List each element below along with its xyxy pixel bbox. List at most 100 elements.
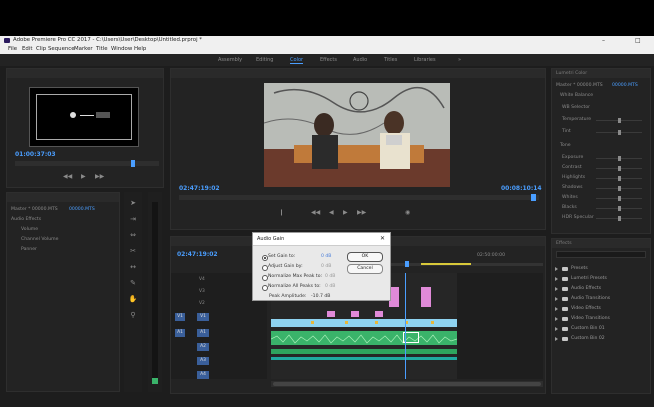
video-clip-pink[interactable] xyxy=(327,311,335,317)
zoom-tool-icon[interactable]: ⚲ xyxy=(128,310,138,320)
hdr-specular-slider[interactable] xyxy=(596,216,642,221)
temperature-slider[interactable] xyxy=(596,118,642,123)
cancel-button[interactable]: Cancel xyxy=(347,264,383,274)
video-clip-pink[interactable] xyxy=(351,311,359,317)
contrast-slider[interactable] xyxy=(596,166,642,171)
track-v3-label[interactable]: V3 xyxy=(199,289,205,295)
razor-tool-icon[interactable]: ✂ xyxy=(128,246,138,256)
source-timecode[interactable]: 01:00:37:03 xyxy=(15,151,56,158)
program-scrub-bar[interactable] xyxy=(179,194,539,201)
timeline-scrollbar[interactable] xyxy=(271,381,543,387)
workspace-audio[interactable]: Audio xyxy=(353,54,367,66)
timeline-playhead[interactable] xyxy=(405,273,406,379)
ripple-edit-tool-icon[interactable]: ⇔ xyxy=(128,230,138,240)
source-patch-v1[interactable]: V1 xyxy=(175,313,185,321)
tone-section[interactable]: Tone xyxy=(560,143,571,148)
effects-folder-custom-bin-02[interactable]: Custom Bin 02 xyxy=(552,333,632,345)
source-monitor-header[interactable] xyxy=(7,69,163,78)
lumetri-color-panel: Lumetri Color Master * 00000.MTS 00000.M… xyxy=(551,68,651,234)
workspace-libraries[interactable]: Libraries xyxy=(414,54,436,66)
timeline-timecode[interactable]: 02:47:19:02 xyxy=(177,251,218,258)
video-clip-v1[interactable] xyxy=(271,319,457,327)
lumetri-tab[interactable]: Lumetri Color xyxy=(552,69,650,78)
audio-clip-name[interactable]: Master * 00000.MTS xyxy=(11,207,58,212)
whites-slider[interactable] xyxy=(596,196,642,201)
source-patch-a1[interactable]: A1 xyxy=(175,329,185,337)
volume-row[interactable]: Volume xyxy=(21,227,38,232)
menu-file[interactable]: File xyxy=(8,45,17,54)
source-step-back-button[interactable]: ◀◀ xyxy=(63,173,72,181)
program-step-back-frame-button[interactable]: ◀ xyxy=(329,209,334,217)
program-mark-in-button[interactable]: ❙ xyxy=(279,209,284,217)
set-gain-value[interactable]: 0 dB xyxy=(321,254,331,259)
adjust-gain-label: Adjust Gain by: xyxy=(268,264,303,269)
blacks-slider[interactable] xyxy=(596,206,642,211)
adjust-gain-value[interactable]: 0 dB xyxy=(321,264,331,269)
workspaces-more-button[interactable]: » xyxy=(458,54,461,66)
panner-row[interactable]: Panner xyxy=(21,247,37,252)
source-step-forward-button[interactable]: ▶▶ xyxy=(95,173,104,181)
audio-meter-panel xyxy=(148,192,162,392)
tools-panel: ➤ ⇥ ⇔ ✂ ↔ ✎ ✋ ⚲ xyxy=(124,192,142,392)
lumetri-sequence-name[interactable]: 00000.MTS xyxy=(612,83,638,88)
tint-slider[interactable] xyxy=(596,130,642,135)
workspace-color[interactable]: Color xyxy=(290,54,304,66)
track-v1-label[interactable]: V1 xyxy=(197,313,209,321)
track-select-tool-icon[interactable]: ⇥ xyxy=(128,214,138,224)
program-export-frame-button[interactable]: ◉ xyxy=(405,209,410,217)
audio-clip-a1[interactable] xyxy=(271,331,457,345)
audio-clip-a2[interactable] xyxy=(271,349,457,354)
video-clip-pink[interactable] xyxy=(375,311,383,317)
channel-volume-row[interactable]: Channel Volume xyxy=(21,237,58,242)
track-a3-label[interactable]: A3 xyxy=(197,357,209,365)
maximize-button[interactable]: □ xyxy=(635,36,641,45)
selection-tool-icon[interactable]: ➤ xyxy=(128,198,138,208)
lumetri-clip-name[interactable]: Master * 00000.MTS xyxy=(556,83,603,88)
track-a1-label[interactable]: A1 xyxy=(197,329,209,337)
normalize-max-value[interactable]: 0 dB xyxy=(325,274,335,279)
track-v2-label[interactable]: V2 xyxy=(199,301,205,307)
audio-clip-header[interactable] xyxy=(7,193,119,202)
slip-tool-icon[interactable]: ↔ xyxy=(128,262,138,272)
pen-tool-icon[interactable]: ✎ xyxy=(128,278,138,288)
normalize-all-value[interactable]: 0 dB xyxy=(325,284,335,289)
program-play-button[interactable]: ▶ xyxy=(343,209,348,217)
program-step-back-button[interactable]: ◀◀ xyxy=(311,209,320,217)
hand-tool-icon[interactable]: ✋ xyxy=(128,294,138,304)
workspace-editing[interactable]: Editing xyxy=(256,54,273,66)
menu-marker[interactable]: Marker xyxy=(74,45,93,54)
source-play-button[interactable]: ▶ xyxy=(81,173,86,181)
effects-search-input[interactable] xyxy=(556,251,646,258)
menu-help[interactable]: Help xyxy=(134,45,146,54)
ruler-playhead-marker[interactable] xyxy=(405,261,409,267)
effects-tab[interactable]: Effects xyxy=(552,239,650,248)
program-monitor-header[interactable] xyxy=(171,69,545,78)
source-scrub-bar[interactable] xyxy=(15,160,159,167)
menu-sequence[interactable]: Sequence xyxy=(48,45,75,54)
highlights-slider[interactable] xyxy=(596,176,642,181)
menu-title[interactable]: Title xyxy=(96,45,108,54)
program-timecode[interactable]: 02:47:19:02 xyxy=(179,185,220,192)
audio-clip-a3[interactable] xyxy=(271,357,457,360)
menu-edit[interactable]: Edit xyxy=(22,45,32,54)
audio-sequence-name[interactable]: 00000.MTS xyxy=(69,207,95,212)
track-v4-label[interactable]: V4 xyxy=(199,277,205,283)
ok-button[interactable]: OK xyxy=(347,252,383,262)
workspace-titles[interactable]: Titles xyxy=(384,54,397,66)
shadows-slider[interactable] xyxy=(596,186,642,191)
source-playhead[interactable] xyxy=(131,160,135,167)
menu-clip[interactable]: Clip xyxy=(36,45,46,54)
program-step-forward-button[interactable]: ▶▶ xyxy=(357,209,366,217)
white-balance-section[interactable]: White Balance xyxy=(560,93,593,98)
workspace-assembly[interactable]: Assembly xyxy=(218,54,242,66)
minimize-button[interactable]: – xyxy=(602,36,605,45)
video-clip-pink[interactable] xyxy=(421,287,431,307)
track-a4-label[interactable]: A4 xyxy=(197,371,209,379)
menu-window[interactable]: Window xyxy=(111,45,132,54)
program-playhead[interactable] xyxy=(531,194,536,201)
timeline-scrollbar-thumb[interactable] xyxy=(273,382,541,386)
track-a2-label[interactable]: A2 xyxy=(197,343,209,351)
workspace-effects[interactable]: Effects xyxy=(320,54,337,66)
exposure-slider[interactable] xyxy=(596,156,642,161)
close-icon[interactable]: ✕ xyxy=(380,235,385,242)
